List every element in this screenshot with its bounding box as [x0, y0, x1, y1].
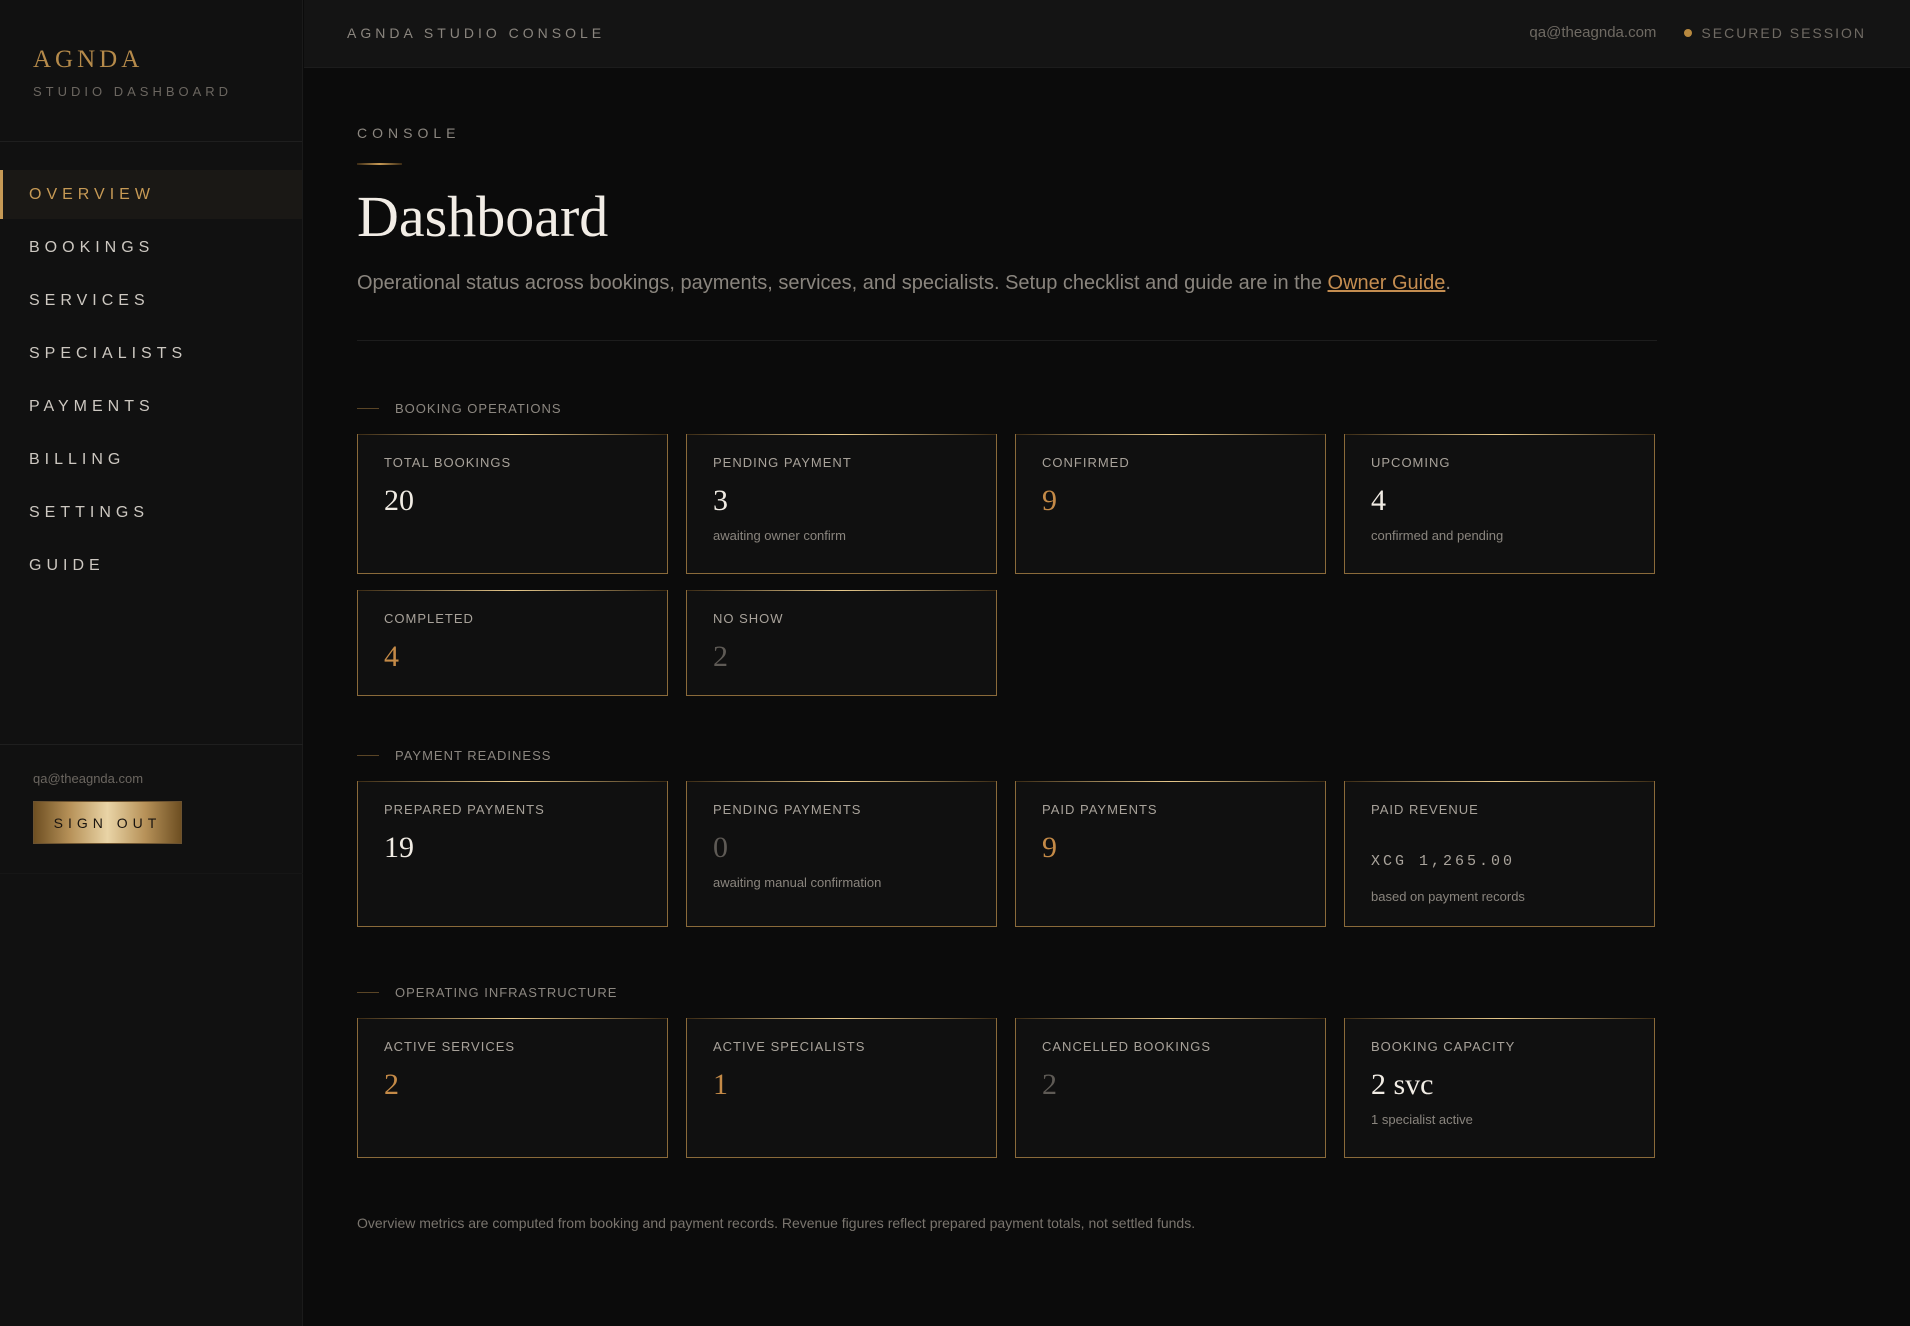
metric-note: awaiting manual confirmation: [713, 875, 882, 890]
metrics-footnote: Overview metrics are computed from booki…: [357, 1215, 1196, 1231]
nav-item-specialists[interactable]: SPECIALISTS: [0, 329, 302, 378]
app-root: AGNDA STUDIO DASHBOARD OVERVIEW BOOKINGS…: [0, 0, 1910, 1326]
metric-value: 4: [1371, 484, 1386, 517]
metric-card-completed: COMPLETED 4: [357, 590, 668, 696]
metric-card-paid-revenue: PAID REVENUE XCG 1,265.00 based on payme…: [1344, 781, 1655, 927]
metric-value: 19: [384, 831, 414, 864]
subtitle-suffix: .: [1445, 272, 1451, 294]
metric-card-pending-payments: PENDING PAYMENTS 0 awaiting manual confi…: [686, 781, 997, 927]
metric-label: PENDING PAYMENT: [713, 455, 852, 470]
payment-metrics-grid: PREPARED PAYMENTS 19 PENDING PAYMENTS 0 …: [357, 781, 1657, 927]
sidebar-nav: OVERVIEW BOOKINGS SERVICES SPECIALISTS P…: [0, 170, 302, 590]
top-bar: AGNDA STUDIO CONSOLE qa@theagnda.com SEC…: [304, 0, 1910, 68]
nav-item-bookings[interactable]: BOOKINGS: [0, 223, 302, 272]
metric-label: PENDING PAYMENTS: [713, 802, 862, 817]
page-subtitle: Operational status across bookings, paym…: [357, 272, 1657, 295]
metric-label: UPCOMING: [1371, 455, 1451, 470]
session-status: SECURED SESSION: [1701, 24, 1866, 41]
nav-item-payments[interactable]: PAYMENTS: [0, 382, 302, 431]
sidebar-user-email: qa@theagnda.com: [33, 771, 144, 786]
metric-label: TOTAL BOOKINGS: [384, 455, 512, 470]
metric-value: 0: [713, 831, 728, 864]
header-divider: [357, 340, 1657, 341]
page-eyebrow: CONSOLE: [357, 125, 461, 141]
metric-card-paid-payments: PAID PAYMENTS 9: [1015, 781, 1326, 927]
booking-metrics-grid: TOTAL BOOKINGS 20 PENDING PAYMENT 3 awai…: [357, 434, 1657, 696]
eyebrow-divider: [357, 163, 402, 165]
section-payment-readiness: PAYMENT READINESS: [357, 747, 1657, 763]
section-title: OPERATING INFRASTRUCTURE: [395, 984, 618, 1000]
metric-note: based on payment records: [1371, 889, 1525, 904]
section-rule: [357, 754, 379, 756]
nav-item-overview[interactable]: OVERVIEW: [0, 170, 302, 219]
metric-value: 4: [384, 640, 399, 673]
section-title: PAYMENT READINESS: [395, 747, 552, 763]
brand-subtitle: STUDIO DASHBOARD: [33, 84, 233, 99]
metric-label: PAID PAYMENTS: [1042, 802, 1158, 817]
metric-label: ACTIVE SERVICES: [384, 1039, 516, 1054]
metric-label: PREPARED PAYMENTS: [384, 802, 545, 817]
metric-card-no-show: NO SHOW 2: [686, 590, 997, 696]
metric-note: 1 specialist active: [1371, 1112, 1473, 1127]
section-booking-operations: BOOKING OPERATIONS: [357, 400, 1657, 416]
metric-label: PAID REVENUE: [1371, 802, 1479, 817]
subtitle-text: Operational status across bookings, paym…: [357, 272, 1328, 294]
session-status-dot-icon: [1684, 28, 1693, 37]
metric-label: CONFIRMED: [1042, 455, 1130, 470]
user-email: qa@theagnda.com: [1529, 24, 1657, 41]
sidebar-footer: qa@theagnda.com SIGN OUT: [0, 744, 303, 874]
metric-label: CANCELLED BOOKINGS: [1042, 1039, 1211, 1054]
metric-value: 2: [384, 1068, 399, 1101]
brand: AGNDA STUDIO DASHBOARD: [0, 0, 302, 142]
section-operating-infrastructure: OPERATING INFRASTRUCTURE: [357, 984, 1657, 1000]
metric-label: COMPLETED: [384, 611, 474, 626]
session-info: qa@theagnda.com SECURED SESSION: [1529, 24, 1866, 41]
infrastructure-metrics-grid: ACTIVE SERVICES 2 ACTIVE SPECIALISTS 1 C…: [357, 1018, 1657, 1158]
metric-value: XCG 1,265.00: [1371, 853, 1516, 870]
metric-value: 3: [713, 484, 728, 517]
section-title: BOOKING OPERATIONS: [395, 400, 562, 416]
metric-card-active-specialists: ACTIVE SPECIALISTS 1: [686, 1018, 997, 1158]
section-rule: [357, 991, 379, 993]
metric-value: 2 svc: [1371, 1068, 1434, 1101]
console-title: AGNDA STUDIO CONSOLE: [347, 25, 606, 41]
main-content: CONSOLE Dashboard Operational status acr…: [357, 68, 1657, 1231]
metric-card-active-services: ACTIVE SERVICES 2: [357, 1018, 668, 1158]
page-title: Dashboard: [357, 184, 609, 249]
metric-label: BOOKING CAPACITY: [1371, 1039, 1516, 1054]
metric-card-booking-capacity: BOOKING CAPACITY 2 svc 1 specialist acti…: [1344, 1018, 1655, 1158]
metric-card-pending-payment: PENDING PAYMENT 3 awaiting owner confirm: [686, 434, 997, 574]
metric-value: 2: [713, 640, 728, 673]
nav-item-guide[interactable]: GUIDE: [0, 541, 302, 590]
metric-value: 1: [713, 1068, 728, 1101]
metric-note: confirmed and pending: [1371, 528, 1504, 543]
sidebar: AGNDA STUDIO DASHBOARD OVERVIEW BOOKINGS…: [0, 0, 303, 1326]
section-rule: [357, 407, 379, 409]
metric-card-upcoming: UPCOMING 4 confirmed and pending: [1344, 434, 1655, 574]
nav-item-billing[interactable]: BILLING: [0, 435, 302, 484]
metric-value: 20: [384, 484, 414, 517]
metric-value: 9: [1042, 831, 1057, 864]
metric-card-confirmed: CONFIRMED 9: [1015, 434, 1326, 574]
owner-guide-link[interactable]: Owner Guide: [1328, 272, 1446, 294]
metric-value: 9: [1042, 484, 1057, 517]
metric-card-total-bookings: TOTAL BOOKINGS 20: [357, 434, 668, 574]
metric-label: NO SHOW: [713, 611, 784, 626]
metric-card-cancelled-bookings: CANCELLED BOOKINGS 2: [1015, 1018, 1326, 1158]
metric-card-prepared-payments: PREPARED PAYMENTS 19: [357, 781, 668, 927]
nav-item-services[interactable]: SERVICES: [0, 276, 302, 325]
nav-item-settings[interactable]: SETTINGS: [0, 488, 302, 537]
metric-label: ACTIVE SPECIALISTS: [713, 1039, 866, 1054]
brand-logo[interactable]: AGNDA: [33, 46, 302, 74]
metric-value: 2: [1042, 1068, 1057, 1101]
sign-out-button[interactable]: SIGN OUT: [33, 801, 182, 844]
metric-note: awaiting owner confirm: [713, 528, 846, 543]
